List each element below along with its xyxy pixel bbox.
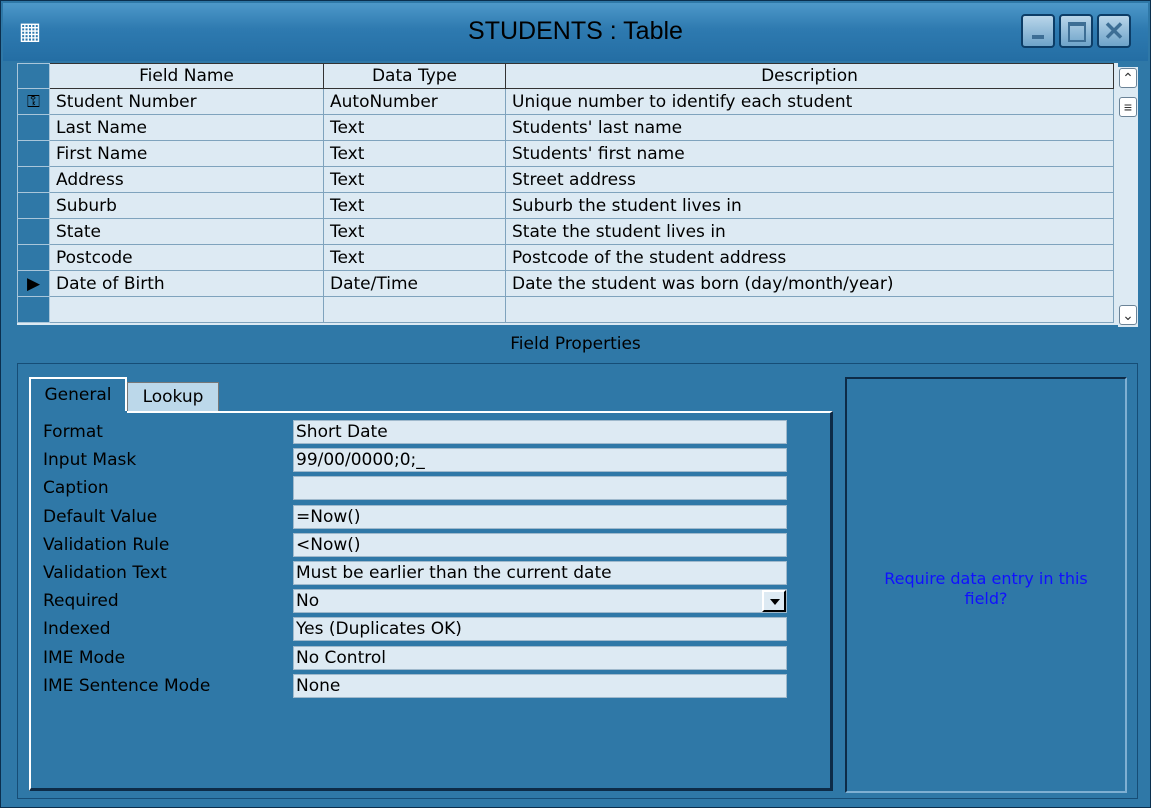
data-type-cell[interactable]: AutoNumber (323, 88, 506, 115)
table-row[interactable]: ▶ Date of Birth Date/Time Date the student … (17, 270, 1114, 297)
field-properties-label: Field Properties (510, 334, 641, 354)
property-value-field[interactable]: No (293, 589, 787, 614)
table-row[interactable]: Last Name Text Students' last name (17, 114, 1114, 141)
field-grid: Field Name Data Type Description ⚿ Studen… (17, 63, 1114, 323)
property-value-field[interactable]: Short Date (293, 420, 787, 444)
table-row[interactable]: Postcode Text Postcode of the student addr… (17, 244, 1114, 271)
property-label: IME Sentence Mode (43, 675, 211, 696)
table-row[interactable]: State Text State the student lives in (17, 218, 1114, 245)
dropdown-arrow-icon[interactable] (762, 590, 786, 613)
data-type-cell[interactable]: Text (323, 166, 506, 193)
property-value-field[interactable]: <Now() (293, 532, 787, 557)
close-icon: ✕ (1103, 16, 1125, 46)
table-row[interactable] (17, 296, 1114, 323)
help-text: Require data entry in this field? (884, 569, 1088, 608)
property-value-field[interactable]: No Control (293, 645, 787, 670)
field-name-cell[interactable]: Suburb (49, 192, 324, 219)
property-value-text: 99/00/0000;0;_ (296, 450, 425, 471)
scroll-down-icon[interactable]: ⌄ (1119, 305, 1137, 325)
property-value-field[interactable] (293, 476, 787, 501)
table-row[interactable]: First Name Text Students' first name (17, 140, 1114, 167)
field-grid-area: Field Name Data Type Description ⚿ Studen… (17, 63, 1118, 325)
field-name-cell[interactable]: First Name (49, 140, 324, 167)
data-type-cell[interactable]: Text (323, 114, 506, 141)
property-label: Default Value (43, 506, 158, 527)
header-selector[interactable] (17, 63, 50, 89)
general-tab-panel: Format Short Date Input Mask 99/00/0000;0;_… (29, 411, 833, 791)
grid-header-row: Field Name Data Type Description (17, 63, 1114, 89)
property-value-text: Yes (Duplicates OK) (296, 619, 462, 640)
header-description[interactable]: Description (505, 63, 1114, 89)
description-cell[interactable] (505, 296, 1114, 323)
data-type-cell[interactable]: Text (323, 192, 506, 219)
field-name-cell[interactable]: State (49, 218, 324, 245)
key-icon[interactable]: ⚿ (17, 88, 50, 115)
property-value-text: Must be earlier than the current date (296, 563, 612, 583)
row-selector[interactable] (17, 140, 50, 167)
scroll-up-icon[interactable]: ⌃ (1119, 68, 1137, 88)
property-value-field[interactable]: None (293, 673, 787, 698)
title-bar[interactable]: ▦ STUDENTS : Table ✕ (3, 3, 1148, 61)
row-selector[interactable] (17, 218, 50, 245)
data-type-cell[interactable]: Text (323, 218, 506, 245)
property-value-field[interactable]: Yes (Duplicates OK) (293, 617, 787, 642)
data-type-cell[interactable]: Text (323, 140, 506, 167)
row-selector[interactable] (17, 114, 50, 141)
table-row[interactable]: ⚿ Student Number AutoNumber Unique number t… (17, 88, 1114, 115)
field-name-cell[interactable] (49, 296, 324, 323)
data-type-cell[interactable] (323, 296, 506, 323)
property-value-text: No Control (296, 647, 386, 668)
field-name-cell[interactable]: Postcode (49, 244, 324, 271)
property-label: Required (43, 591, 119, 612)
field-name-cell[interactable]: Student Number (49, 88, 324, 115)
description-cell[interactable]: Street address (505, 166, 1114, 193)
data-type-cell[interactable]: Text (323, 244, 506, 271)
description-cell[interactable]: Date the student was born (day/month/yea… (505, 270, 1114, 297)
property-label: Validation Rule (43, 534, 170, 555)
property-label: Format (43, 422, 103, 442)
field-name-cell[interactable]: Address (49, 166, 324, 193)
tab-general[interactable]: General (29, 377, 127, 411)
field-name-cell[interactable]: Last Name (49, 114, 324, 141)
row-selector[interactable] (17, 296, 50, 323)
property-value-field[interactable]: 99/00/0000;0;_ (293, 448, 787, 473)
property-value-text: None (296, 675, 341, 696)
table-design-window: ▦ STUDENTS : Table ✕ Field Name Data Typ… (0, 0, 1151, 808)
minimize-button[interactable] (1021, 14, 1055, 48)
help-box: Require data entry in this field? (845, 377, 1127, 793)
description-cell[interactable]: Students' last name (505, 114, 1114, 141)
tab-lookup[interactable]: Lookup (127, 382, 219, 412)
property-value-field[interactable]: Must be earlier than the current date (293, 561, 787, 585)
property-label: Indexed (43, 619, 111, 640)
property-value-text: =Now() (296, 506, 361, 527)
property-value-text: <Now() (296, 534, 361, 555)
property-value-field[interactable]: =Now() (293, 504, 787, 529)
row-selector[interactable] (17, 192, 50, 219)
row-selector[interactable] (17, 166, 50, 193)
field-name-cell[interactable]: Date of Birth (49, 270, 324, 297)
description-cell[interactable]: Students' first name (505, 140, 1114, 167)
scroll-thumb[interactable]: ≡ (1119, 97, 1137, 117)
close-button[interactable]: ✕ (1097, 14, 1131, 48)
current-row-arrow-icon[interactable]: ▶ (17, 270, 50, 297)
property-label: Validation Text (43, 563, 167, 583)
table-row[interactable]: Suburb Text Suburb the student lives in (17, 192, 1114, 219)
property-value-text: No (296, 591, 320, 612)
property-label: Input Mask (43, 450, 137, 471)
row-selector[interactable] (17, 244, 50, 271)
property-label: Caption (43, 478, 109, 499)
data-type-cell[interactable]: Date/Time (323, 270, 506, 297)
description-cell[interactable]: Postcode of the student address (505, 244, 1114, 271)
window-title: STUDENTS : Table (468, 17, 683, 45)
property-label: IME Mode (43, 647, 126, 668)
header-field-name[interactable]: Field Name (49, 63, 324, 89)
grid-vertical-scrollbar[interactable]: ⌃ ≡ ⌄ (1118, 67, 1138, 327)
description-cell[interactable]: State the student lives in (505, 218, 1114, 245)
header-data-type[interactable]: Data Type (323, 63, 506, 89)
description-cell[interactable]: Unique number to identify each student (505, 88, 1114, 115)
description-cell[interactable]: Suburb the student lives in (505, 192, 1114, 219)
maximize-button[interactable] (1059, 14, 1093, 48)
table-row[interactable]: Address Text Street address (17, 166, 1114, 193)
property-value-text: Short Date (296, 422, 388, 442)
